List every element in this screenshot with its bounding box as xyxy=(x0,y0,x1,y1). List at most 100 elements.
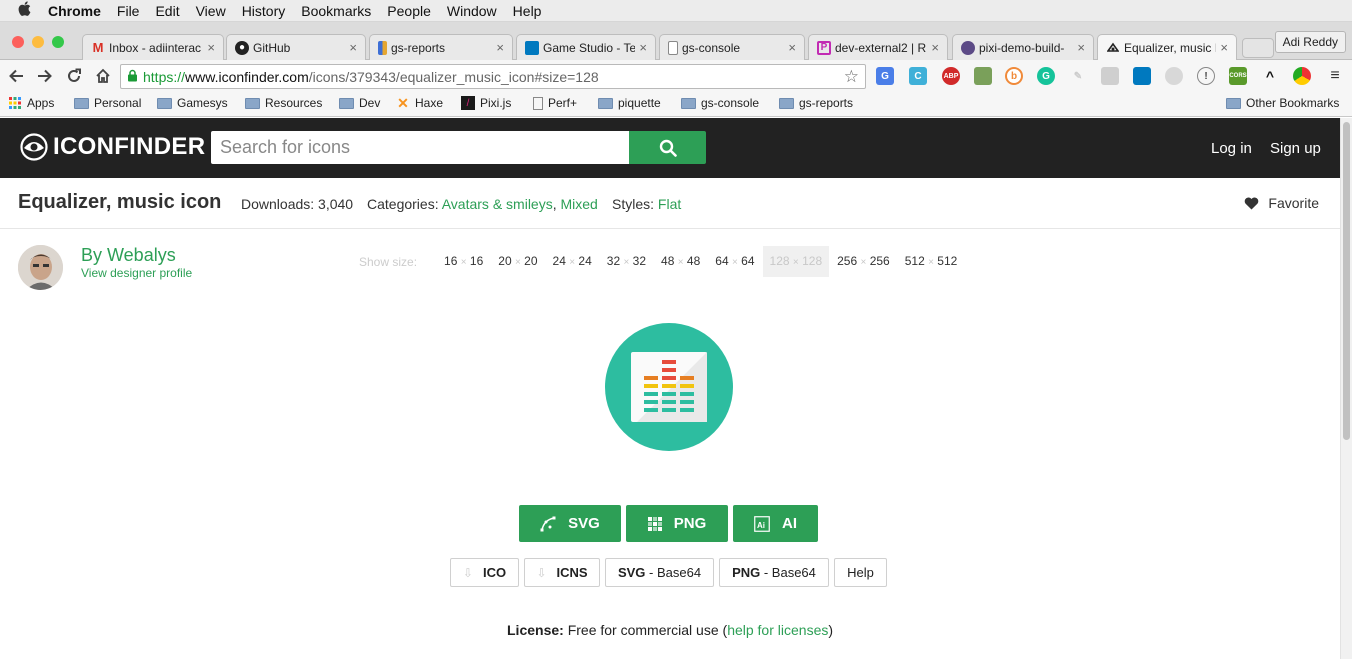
download-ico-button[interactable]: ⇩ ICO xyxy=(450,558,519,587)
back-icon[interactable] xyxy=(3,63,29,89)
vector-icon xyxy=(540,516,556,532)
menu-bookmarks[interactable]: Bookmarks xyxy=(301,3,371,19)
tab-github[interactable]: ● GitHub × xyxy=(226,34,366,60)
designer-name[interactable]: By Webalys xyxy=(81,245,176,266)
wave-extension-icon[interactable]: ^ xyxy=(1261,67,1279,85)
close-tab-icon[interactable]: × xyxy=(788,40,796,55)
download-svg-button[interactable]: SVG xyxy=(519,505,621,542)
size-option-48[interactable]: 48 × 48 xyxy=(654,246,707,277)
menu-help[interactable]: Help xyxy=(513,3,542,19)
color-extension-icon[interactable] xyxy=(1293,67,1311,85)
forward-icon[interactable] xyxy=(32,63,58,89)
favorite-button[interactable]: Favorite xyxy=(1244,195,1319,211)
size-option-128-selected[interactable]: 128 × 128 xyxy=(762,246,830,277)
google-translate-icon[interactable]: G xyxy=(876,67,894,85)
menu-file[interactable]: File xyxy=(117,3,140,19)
tab-inbox[interactable]: M Inbox - adiinterac × xyxy=(82,34,224,60)
search-input[interactable] xyxy=(211,131,629,164)
tab-iconfinder[interactable]: Equalizer, music I × xyxy=(1097,34,1237,60)
scrollbar-thumb[interactable] xyxy=(1343,122,1350,440)
bookmark-resources[interactable]: Resources xyxy=(245,96,322,110)
adblock-plus-icon[interactable]: ABP xyxy=(942,67,960,85)
b-extension-icon[interactable]: b xyxy=(1005,67,1023,85)
download-ai-button[interactable]: Ai AI xyxy=(733,505,818,542)
avatar[interactable] xyxy=(18,245,63,290)
reload-icon[interactable] xyxy=(61,63,87,89)
menu-view[interactable]: View xyxy=(196,3,226,19)
close-tab-icon[interactable]: × xyxy=(1077,40,1085,55)
tab-game-studio[interactable]: Game Studio - Te × xyxy=(516,34,656,60)
page-scrollbar[interactable] xyxy=(1340,118,1352,659)
style-link-flat[interactable]: Flat xyxy=(658,196,681,212)
page-icon xyxy=(533,96,543,110)
new-tab-button[interactable] xyxy=(1242,38,1274,58)
close-tab-icon[interactable]: × xyxy=(639,40,647,55)
size-option-16[interactable]: 16 × 16 xyxy=(437,246,490,277)
apple-icon[interactable] xyxy=(18,1,32,20)
help-for-licenses-link[interactable]: help for licenses xyxy=(727,622,828,638)
menu-people[interactable]: People xyxy=(387,3,431,19)
size-option-64[interactable]: 64 × 64 xyxy=(708,246,761,277)
grammarly-icon[interactable]: G xyxy=(1037,67,1055,85)
lightbulb-icon[interactable]: ! xyxy=(1197,67,1215,85)
menu-chrome[interactable]: Chrome xyxy=(48,3,101,19)
bookmark-apps[interactable]: Apps xyxy=(8,96,54,110)
view-designer-profile-link[interactable]: View designer profile xyxy=(81,266,192,280)
bookmark-haxe[interactable]: ✕ Haxe xyxy=(396,95,443,111)
close-tab-icon[interactable]: × xyxy=(207,40,215,55)
extension-icon[interactable] xyxy=(974,67,992,85)
bookmark-piquette[interactable]: piquette xyxy=(598,96,661,110)
iconfinder-logo[interactable]: ICONFINDER xyxy=(20,133,205,161)
menu-window[interactable]: Window xyxy=(447,3,497,19)
bookmark-gamesys[interactable]: Gamesys xyxy=(157,96,228,110)
close-tab-icon[interactable]: × xyxy=(349,40,357,55)
size-option-32[interactable]: 32 × 32 xyxy=(600,246,653,277)
bookmark-personal[interactable]: Personal xyxy=(74,96,141,110)
minimize-window-button[interactable] xyxy=(32,36,44,48)
tab-gs-reports[interactable]: gs-reports × xyxy=(369,34,513,60)
bookmark-gs-reports[interactable]: gs-reports xyxy=(779,96,853,110)
close-tab-icon[interactable]: × xyxy=(1220,40,1228,55)
size-option-512[interactable]: 512 × 512 xyxy=(898,246,965,277)
png-base64-main: PNG xyxy=(732,565,761,580)
category-link-mixed[interactable]: Mixed xyxy=(561,196,598,212)
maximize-window-button[interactable] xyxy=(52,36,64,48)
home-icon[interactable] xyxy=(90,63,116,89)
login-link[interactable]: Log in xyxy=(1211,140,1252,157)
search-button[interactable] xyxy=(629,131,706,164)
address-bar[interactable]: https://www.iconfinder.com/icons/379343/… xyxy=(120,64,866,89)
history-extension-icon[interactable] xyxy=(1165,67,1183,85)
category-link-avatars[interactable]: Avatars & smileys xyxy=(442,196,553,212)
size-option-20[interactable]: 20 × 20 xyxy=(491,246,544,277)
download-icns-button[interactable]: ⇩ ICNS xyxy=(524,558,600,587)
close-window-button[interactable] xyxy=(12,36,24,48)
chrome-menu-icon[interactable]: ≡ xyxy=(1326,67,1344,85)
tab-gs-console[interactable]: gs-console × xyxy=(659,34,805,60)
profile-button[interactable]: Adi Reddy xyxy=(1274,31,1346,53)
chart-extension-icon[interactable] xyxy=(1101,67,1119,85)
tab-dev-external[interactable]: P dev-external2 | R × xyxy=(808,34,948,60)
download-png-button[interactable]: PNG xyxy=(626,505,728,542)
bookmark-perf[interactable]: Perf+ xyxy=(533,96,577,110)
menu-history[interactable]: History xyxy=(242,3,286,19)
other-bookmarks[interactable]: Other Bookmarks xyxy=(1226,96,1339,110)
bookmarks-bar: Apps Personal Gamesys Resources Dev ✕ Hax… xyxy=(0,92,1352,117)
bookmark-pixijs[interactable]: / Pixi.js xyxy=(461,96,511,110)
cors-icon[interactable]: CORS xyxy=(1229,67,1247,85)
menu-edit[interactable]: Edit xyxy=(155,3,179,19)
signup-link[interactable]: Sign up xyxy=(1270,140,1321,157)
size-option-256[interactable]: 256 × 256 xyxy=(830,246,897,277)
trello-extension-icon[interactable] xyxy=(1133,67,1151,85)
bookmark-dev[interactable]: Dev xyxy=(339,96,380,110)
help-button[interactable]: Help xyxy=(834,558,887,587)
close-tab-icon[interactable]: × xyxy=(931,40,939,55)
tab-pixi-demo[interactable]: pixi-demo-build- × xyxy=(952,34,1094,60)
close-tab-icon[interactable]: × xyxy=(496,40,504,55)
bookmark-star-icon[interactable]: ☆ xyxy=(844,67,859,87)
feather-icon[interactable]: ✎ xyxy=(1069,67,1087,85)
bookmark-gs-console[interactable]: gs-console xyxy=(681,96,759,110)
c-extension-icon[interactable]: C xyxy=(909,67,927,85)
download-png-base64-button[interactable]: PNG - Base64 xyxy=(719,558,829,587)
size-option-24[interactable]: 24 × 24 xyxy=(546,246,599,277)
download-svg-base64-button[interactable]: SVG - Base64 xyxy=(605,558,714,587)
